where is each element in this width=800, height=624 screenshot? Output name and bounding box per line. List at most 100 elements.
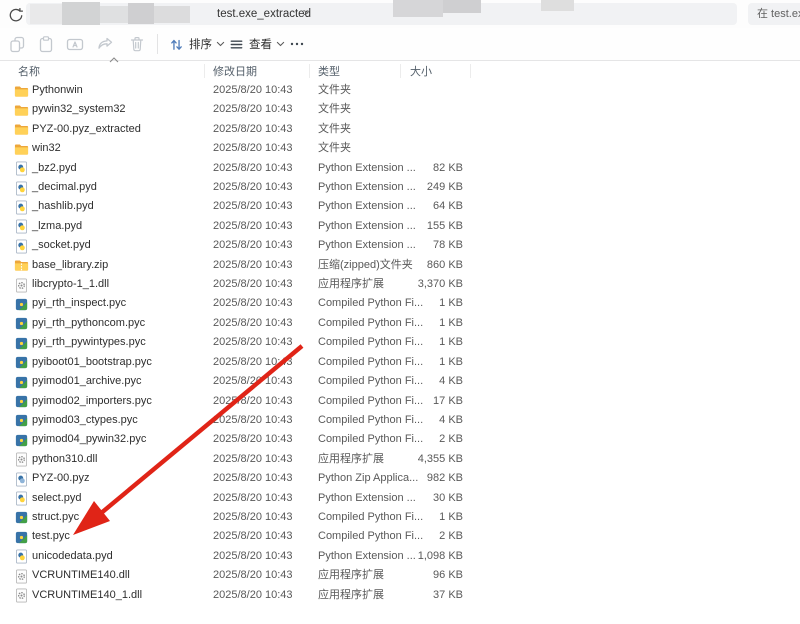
file-row[interactable]: VCRUNTIME140.dll2025/8/20 10:43应用程序扩展96 …: [0, 566, 800, 585]
dll-file-icon: [14, 452, 29, 467]
file-row[interactable]: pyi_rth_inspect.pyc2025/8/20 10:43Compil…: [0, 294, 800, 313]
file-row[interactable]: Pythonwin2025/8/20 10:43文件夹: [0, 81, 800, 100]
column-header-size[interactable]: 大小: [410, 63, 432, 79]
file-date: 2025/8/20 10:43: [213, 120, 293, 139]
paste-icon: [36, 34, 56, 54]
file-row[interactable]: _socket.pyd2025/8/20 10:43Python Extensi…: [0, 236, 800, 255]
censored-block: [393, 0, 443, 17]
column-header-type[interactable]: 类型: [318, 63, 340, 79]
column-header-name[interactable]: 名称: [18, 63, 40, 79]
file-date: 2025/8/20 10:43: [213, 392, 293, 411]
column-divider[interactable]: [400, 64, 401, 78]
file-size: [385, 81, 463, 100]
file-name: PYZ-00.pyz_extracted: [32, 120, 141, 139]
file-date: 2025/8/20 10:43: [213, 256, 293, 275]
file-row[interactable]: pyi_rth_pythoncom.pyc2025/8/20 10:43Comp…: [0, 314, 800, 333]
censored-block: [128, 3, 154, 24]
file-row[interactable]: pywin32_system322025/8/20 10:43文件夹: [0, 100, 800, 119]
file-size: 2 KB: [385, 430, 463, 449]
file-size: 4,355 KB: [385, 450, 463, 469]
folder-file-icon: [14, 84, 29, 99]
column-divider[interactable]: [204, 64, 205, 78]
column-divider[interactable]: [470, 64, 471, 78]
search-input[interactable]: 在 test.exe_: [748, 3, 800, 25]
file-row[interactable]: pyi_rth_pywintypes.pyc2025/8/20 10:43Com…: [0, 333, 800, 352]
pyc-file-icon: [14, 530, 29, 545]
file-row[interactable]: _bz2.pyd2025/8/20 10:43Python Extension …: [0, 159, 800, 178]
file-name: pyimod04_pywin32.pyc: [32, 430, 146, 449]
file-row[interactable]: pyimod01_archive.pyc2025/8/20 10:43Compi…: [0, 372, 800, 391]
file-name: Pythonwin: [32, 81, 83, 100]
file-name: _decimal.pyd: [32, 178, 97, 197]
pyc-file-icon: [14, 413, 29, 428]
paste-button[interactable]: [33, 32, 59, 56]
file-row[interactable]: PYZ-00.pyz2025/8/20 10:43Python Zip Appl…: [0, 469, 800, 488]
breadcrumb-current-folder[interactable]: test.exe_extracted: [217, 3, 311, 25]
file-size: [385, 139, 463, 158]
file-row[interactable]: _decimal.pyd2025/8/20 10:43Python Extens…: [0, 178, 800, 197]
view-list-icon: [228, 36, 245, 53]
file-size: 4 KB: [385, 411, 463, 430]
file-row[interactable]: unicodedata.pyd2025/8/20 10:43Python Ext…: [0, 547, 800, 566]
view-label: 查看: [249, 36, 272, 52]
file-date: 2025/8/20 10:43: [213, 294, 293, 313]
pyz-file-icon: [14, 472, 29, 487]
file-size: 17 KB: [385, 392, 463, 411]
copy-icon: [7, 34, 27, 54]
file-row[interactable]: test.pyc2025/8/20 10:43Compiled Python F…: [0, 527, 800, 546]
dll-file-icon: [14, 588, 29, 603]
file-size: 982 KB: [385, 469, 463, 488]
censored-block: [541, 0, 574, 11]
sort-ascending-caret-icon: [109, 57, 119, 63]
pyc-file-icon: [14, 316, 29, 331]
file-row[interactable]: pyimod02_importers.pyc2025/8/20 10:43Com…: [0, 392, 800, 411]
share-button[interactable]: [92, 32, 118, 56]
pyd-file-icon: [14, 200, 29, 215]
file-row[interactable]: _lzma.pyd2025/8/20 10:43Python Extension…: [0, 217, 800, 236]
file-type: 应用程序扩展: [318, 275, 384, 294]
column-header-date[interactable]: 修改日期: [213, 63, 257, 79]
file-type: 应用程序扩展: [318, 586, 384, 605]
file-row[interactable]: libcrypto-1_1.dll2025/8/20 10:43应用程序扩展3,…: [0, 275, 800, 294]
file-row[interactable]: pyimod03_ctypes.pyc2025/8/20 10:43Compil…: [0, 411, 800, 430]
pyd-file-icon: [14, 181, 29, 196]
file-name: _hashlib.pyd: [32, 197, 94, 216]
file-row[interactable]: pyimod04_pywin32.pyc2025/8/20 10:43Compi…: [0, 430, 800, 449]
file-row[interactable]: VCRUNTIME140_1.dll2025/8/20 10:43应用程序扩展3…: [0, 586, 800, 605]
sort-arrows-icon: [168, 36, 185, 53]
file-date: 2025/8/20 10:43: [213, 372, 293, 391]
pyc-file-icon: [14, 297, 29, 312]
file-name: base_library.zip: [32, 256, 108, 275]
more-options-button[interactable]: [284, 32, 310, 56]
folder-file-icon: [14, 142, 29, 157]
file-row[interactable]: win322025/8/20 10:43文件夹: [0, 139, 800, 158]
file-row[interactable]: base_library.zip2025/8/20 10:43压缩(zipped…: [0, 256, 800, 275]
file-row[interactable]: select.pyd2025/8/20 10:43Python Extensio…: [0, 489, 800, 508]
censored-block: [62, 2, 100, 25]
file-row[interactable]: python310.dll2025/8/20 10:43应用程序扩展4,355 …: [0, 450, 800, 469]
file-date: 2025/8/20 10:43: [213, 197, 293, 216]
view-dropdown-button[interactable]: 查看: [224, 32, 289, 56]
file-size: 82 KB: [385, 159, 463, 178]
rename-button[interactable]: [62, 32, 88, 56]
address-bar[interactable]: test.exe_extracted >: [26, 3, 737, 25]
pyc-file-icon: [14, 355, 29, 370]
file-size: 64 KB: [385, 197, 463, 216]
delete-button[interactable]: [124, 32, 150, 56]
refresh-button[interactable]: [6, 5, 26, 25]
column-divider[interactable]: [309, 64, 310, 78]
file-row[interactable]: pyiboot01_bootstrap.pyc2025/8/20 10:43Co…: [0, 353, 800, 372]
file-size: 4 KB: [385, 372, 463, 391]
file-row[interactable]: PYZ-00.pyz_extracted2025/8/20 10:43文件夹: [0, 120, 800, 139]
censored-block: [154, 6, 190, 23]
file-row[interactable]: _hashlib.pyd2025/8/20 10:43Python Extens…: [0, 197, 800, 216]
file-size: 1 KB: [385, 294, 463, 313]
sort-dropdown-button[interactable]: 排序: [164, 32, 229, 56]
file-date: 2025/8/20 10:43: [213, 508, 293, 527]
file-date: 2025/8/20 10:43: [213, 566, 293, 585]
file-size: 3,370 KB: [385, 275, 463, 294]
copy-button[interactable]: [4, 32, 30, 56]
folder-file-icon: [14, 122, 29, 137]
file-row[interactable]: struct.pyc2025/8/20 10:43Compiled Python…: [0, 508, 800, 527]
file-size: 860 KB: [385, 256, 463, 275]
